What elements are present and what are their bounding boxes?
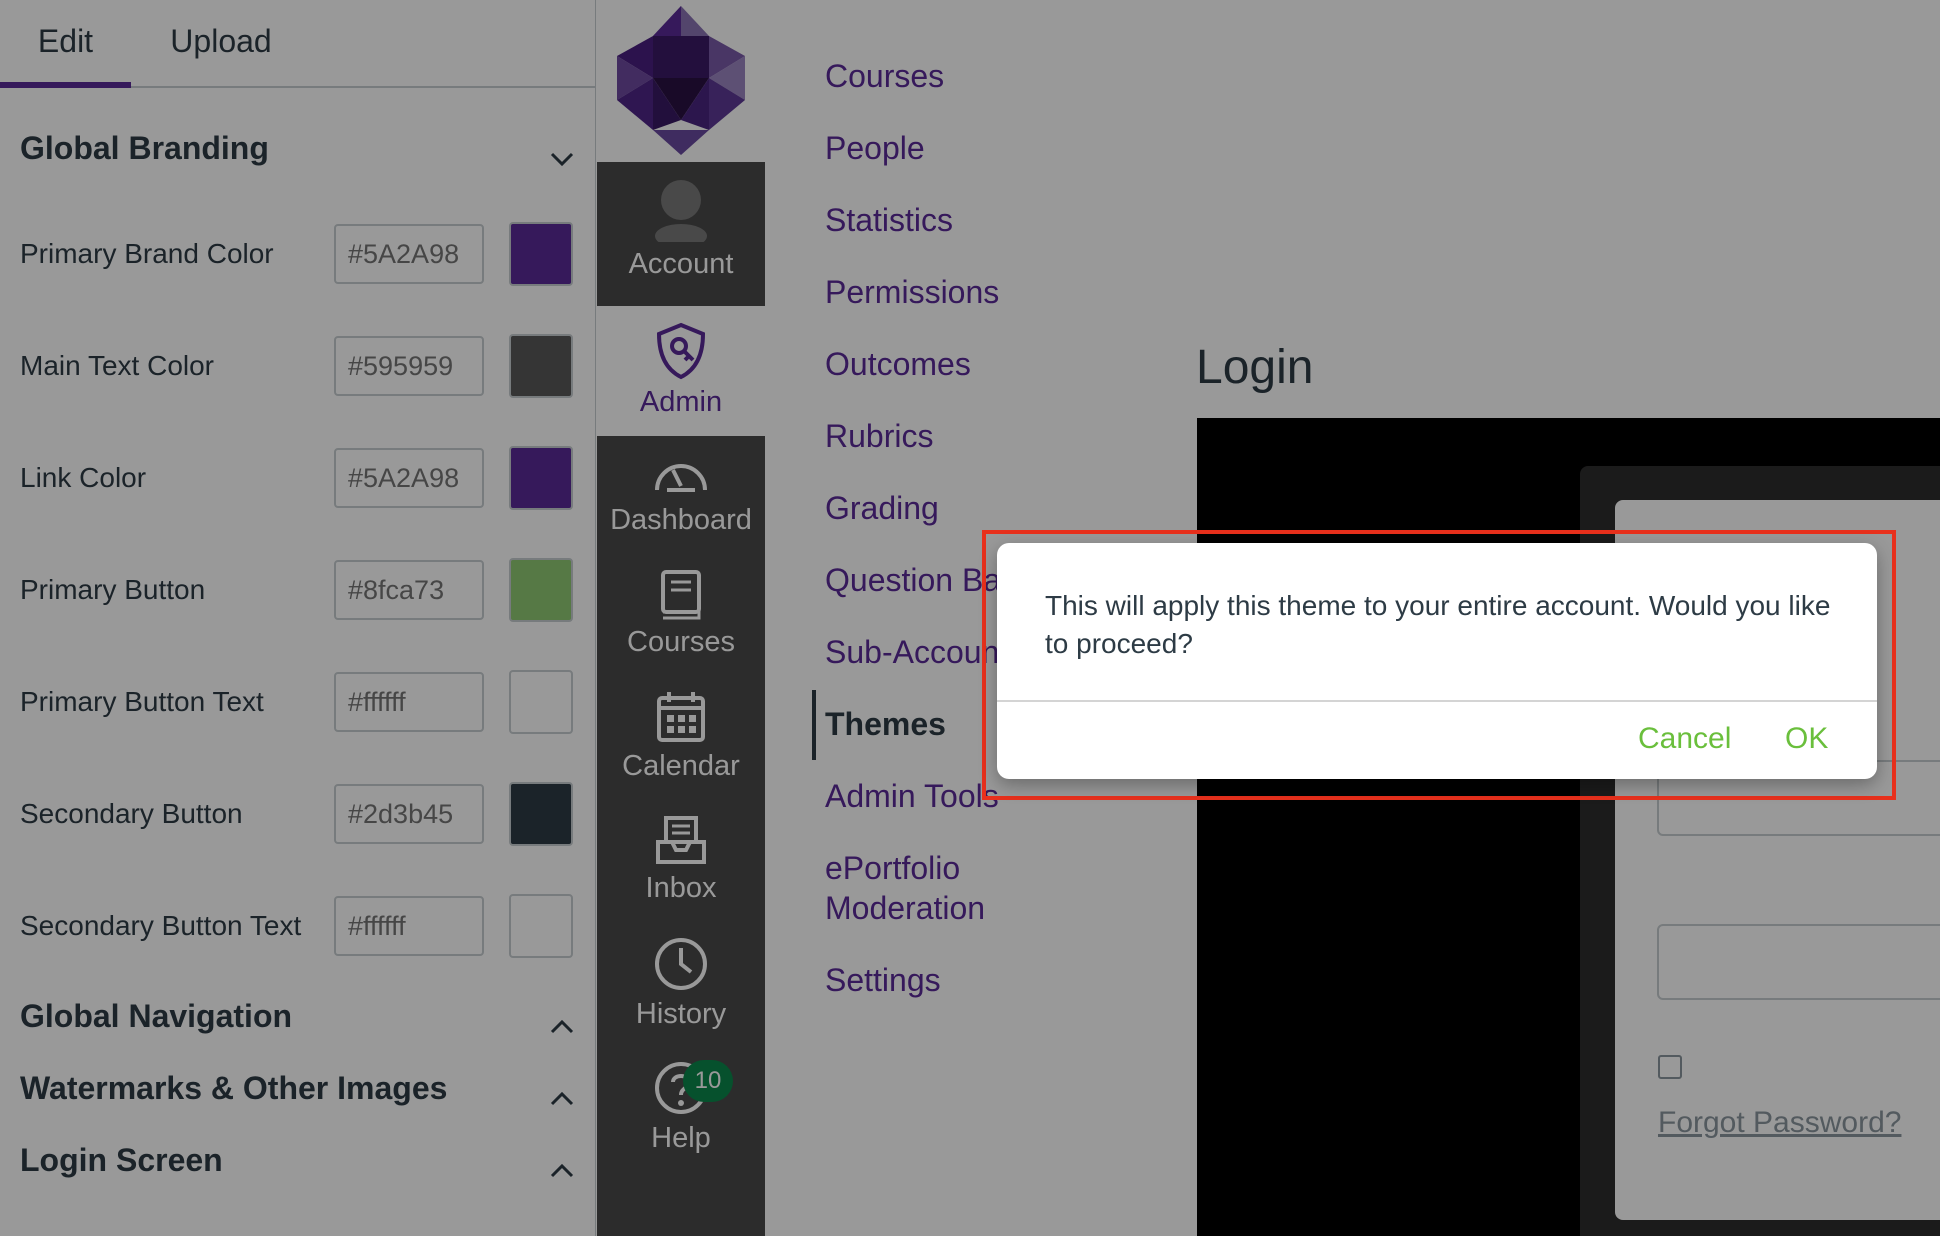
dialog-divider xyxy=(997,700,1877,702)
ok-button[interactable]: OK xyxy=(1785,719,1828,759)
confirm-dialog: This will apply this theme to your entir… xyxy=(997,543,1877,779)
dialog-message: This will apply this theme to your entir… xyxy=(1045,590,1831,659)
cancel-button[interactable]: Cancel xyxy=(1638,719,1731,759)
